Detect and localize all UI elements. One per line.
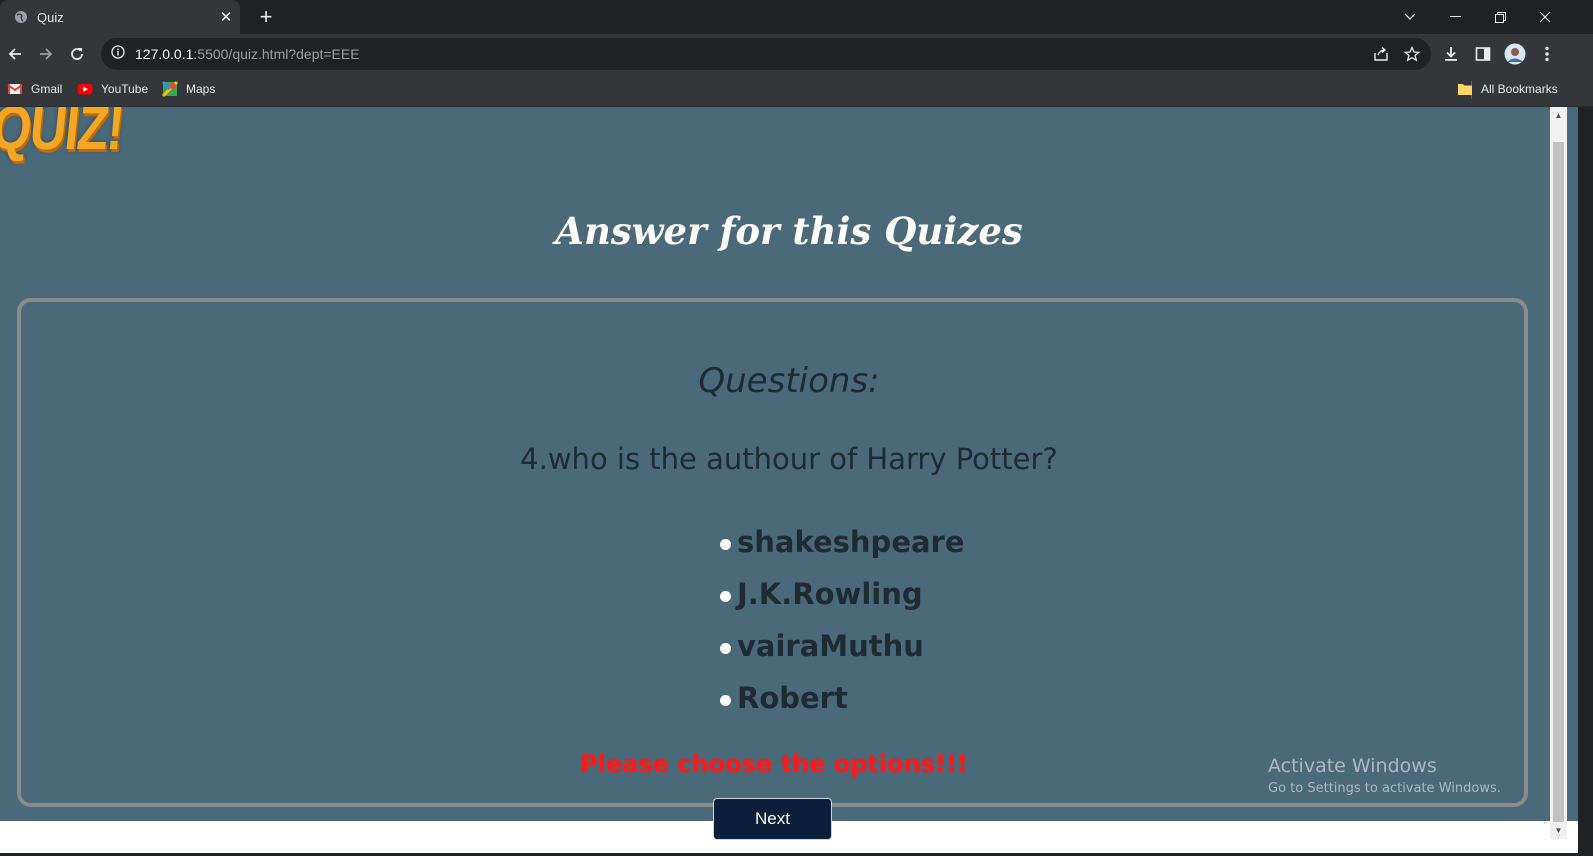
minimize-button[interactable] — [1432, 0, 1478, 34]
url-text: 127.0.0.1:5500/quiz.html?dept=EEE — [135, 46, 360, 62]
tab-strip: Quiz ✕ + — [0, 0, 1593, 34]
tab-title: Quiz — [37, 9, 64, 25]
option-label: J.K.Rowling — [737, 577, 923, 611]
tab-quiz[interactable]: Quiz ✕ — [0, 0, 240, 34]
close-window-button[interactable] — [1522, 0, 1568, 34]
folder-icon — [1457, 81, 1473, 97]
site-info-icon[interactable] — [111, 44, 125, 64]
back-button[interactable] — [3, 42, 27, 66]
option-vairamuthu[interactable]: vairaMuthu — [720, 629, 924, 663]
tab-search-icon[interactable] — [1387, 0, 1433, 34]
option-jk-rowling[interactable]: J.K.Rowling — [720, 577, 923, 611]
globe-icon — [14, 10, 28, 24]
bookmarks-bar: Gmail YouTube Maps All Bookmarks — [0, 74, 1593, 107]
radio-button[interactable] — [720, 538, 731, 550]
radio-button[interactable] — [720, 642, 731, 654]
bookmark-star-icon[interactable] — [1400, 42, 1424, 66]
activate-title: Activate Windows — [1268, 755, 1437, 777]
option-label: shakeshpeare — [737, 525, 965, 559]
radio-button[interactable] — [720, 694, 731, 706]
forward-button[interactable] — [34, 42, 58, 66]
questions-label: Questions: — [698, 361, 880, 401]
youtube-icon — [77, 81, 93, 97]
bookmark-youtube[interactable]: YouTube — [77, 81, 148, 97]
browser-toolbar: 127.0.0.1:5500/quiz.html?dept=EEE — [0, 34, 1593, 74]
radio-button[interactable] — [720, 590, 731, 602]
bookmark-gmail[interactable]: Gmail — [7, 81, 62, 97]
restore-button[interactable] — [1477, 0, 1523, 34]
option-label: Robert — [737, 681, 848, 715]
option-robert[interactable]: Robert — [720, 681, 848, 715]
side-panel-icon[interactable] — [1471, 42, 1495, 66]
gmail-icon — [7, 81, 23, 97]
maps-icon — [161, 80, 179, 98]
activate-subtitle: Go to Settings to activate Windows. — [1268, 781, 1501, 796]
option-label: vairaMuthu — [737, 629, 924, 663]
reload-button[interactable] — [65, 42, 89, 66]
next-button[interactable]: Next — [713, 798, 832, 840]
bookmark-maps[interactable]: Maps — [161, 80, 215, 98]
scrollbar-thumb[interactable] — [1553, 142, 1564, 822]
vertical-scrollbar[interactable]: ▲ ▼ — [1550, 107, 1567, 839]
page-heading: Answer for this Quizes — [555, 209, 1023, 253]
activate-windows-watermark: Activate Windows Go to Settings to activ… — [1268, 755, 1501, 796]
scroll-up-arrow-icon[interactable]: ▲ — [1550, 107, 1567, 124]
menu-kebab-icon[interactable] — [1535, 42, 1559, 66]
quiz-logo: QUIZ! — [0, 107, 127, 163]
download-icon[interactable] — [1439, 42, 1463, 66]
share-icon[interactable] — [1369, 42, 1393, 66]
scroll-down-arrow-icon[interactable]: ▼ — [1550, 822, 1567, 839]
profile-avatar[interactable] — [1503, 42, 1527, 66]
new-tab-button[interactable]: + — [253, 4, 279, 30]
option-shakeshpeare[interactable]: shakeshpeare — [720, 525, 965, 559]
all-bookmarks-button[interactable]: All Bookmarks — [1457, 81, 1558, 97]
close-tab-icon[interactable]: ✕ — [212, 8, 240, 26]
address-bar[interactable]: 127.0.0.1:5500/quiz.html?dept=EEE — [101, 38, 1431, 70]
question-text: 4.who is the authour of Harry Potter? — [520, 442, 1058, 476]
page-viewport: QUIZ! Answer for this Quizes Questions: … — [0, 107, 1578, 853]
